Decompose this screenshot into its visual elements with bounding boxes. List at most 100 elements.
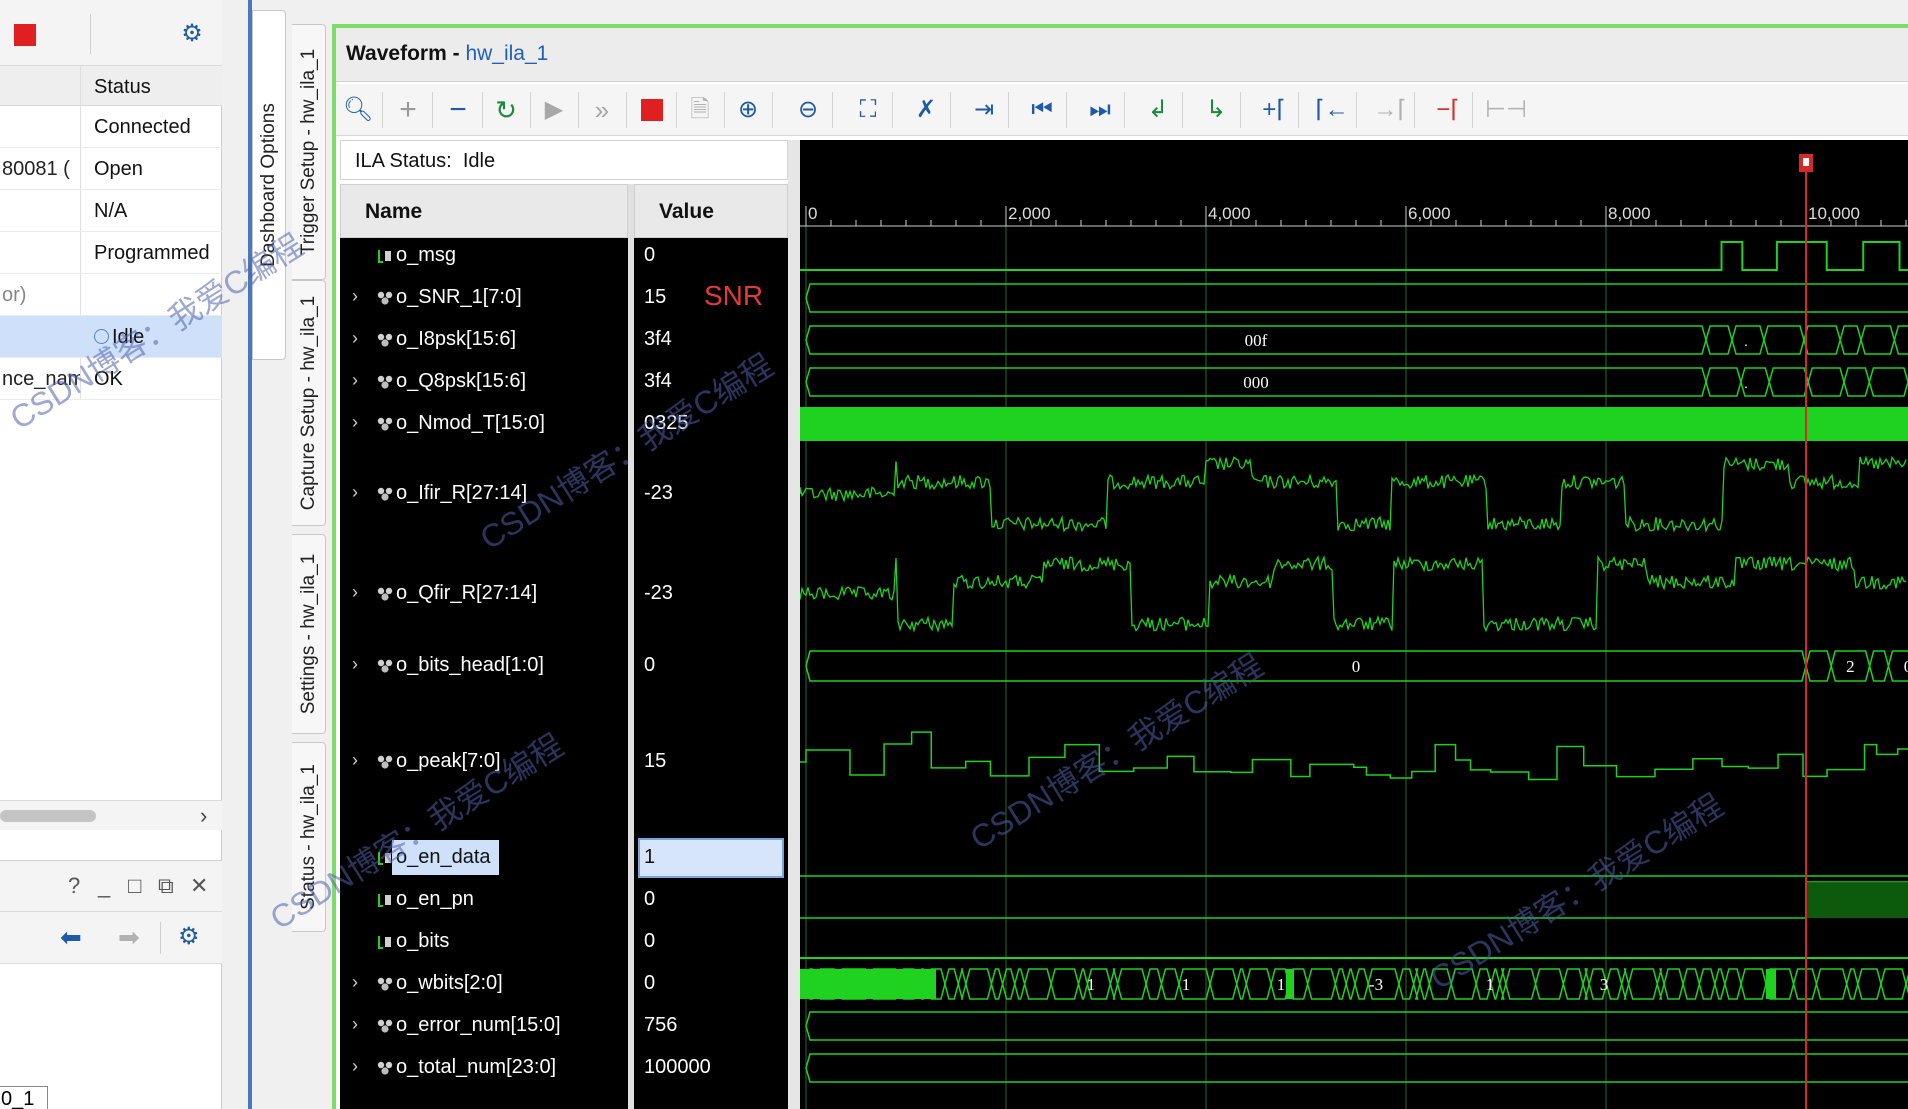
signal-value: 0	[644, 244, 656, 266]
gear-icon[interactable]: ⚙	[178, 20, 206, 48]
toolbar-separator	[1356, 92, 1357, 128]
run-trigger-icon[interactable]: ↻	[488, 92, 524, 128]
wave-sash[interactable]	[788, 140, 800, 1109]
close-icon[interactable]: ✕	[190, 873, 208, 899]
signal-name[interactable]: o_bits_head[1:0]	[396, 654, 544, 677]
go-to-end-icon[interactable]: ⏭︎	[1082, 92, 1118, 128]
waveform-toolbar: 🔍︎ + − ↻ ▶ » 🗎︎ ⊕ ⊖ ⛶ ✗ ⇥ ⏮︎ ⏭︎ ↲ ↳ +⌈ ⌈…	[336, 84, 1908, 136]
signal-value: 100000	[644, 1056, 711, 1078]
go-to-start-icon[interactable]: ⏮︎	[1024, 92, 1060, 128]
minimize-icon[interactable]: _	[98, 873, 110, 899]
zoom-in-icon[interactable]: ⊕	[730, 92, 766, 128]
signal-name[interactable]: o_Q8psk[15:6]	[396, 370, 526, 393]
expand-chevron-icon[interactable]: ›	[352, 972, 358, 993]
name-column-header[interactable]: Name	[340, 184, 628, 238]
expand-chevron-icon[interactable]: ›	[352, 482, 358, 503]
export-icon[interactable]: 🗎︎	[682, 92, 718, 128]
o-wbits-bus-label: 1	[1486, 975, 1495, 994]
maximize-icon[interactable]: □	[128, 873, 141, 899]
toolbar-separator	[772, 92, 773, 128]
o-q8psk-bus-segment	[1843, 367, 1871, 397]
remove-icon[interactable]: −	[440, 92, 476, 128]
signal-name[interactable]: o_error_num[15:0]	[396, 1014, 561, 1037]
expand-chevron-icon[interactable]: ›	[352, 654, 358, 675]
stop-icon[interactable]	[634, 92, 670, 128]
value-column-header[interactable]: Value	[634, 184, 788, 238]
fast-forward-icon[interactable]: »	[584, 92, 620, 128]
properties-field[interactable]: 0_1	[0, 1086, 48, 1109]
status-column-header[interactable]: Status	[94, 76, 151, 99]
play-icon[interactable]: ▶	[536, 92, 572, 128]
back-arrow-icon[interactable]: ⬅	[60, 922, 82, 953]
ila-name-link[interactable]: hw_ila_1	[465, 42, 548, 65]
toolbar-separator	[1472, 92, 1473, 128]
gear-icon[interactable]: ⚙	[178, 922, 200, 951]
next-marker-icon[interactable]: →⌈	[1372, 92, 1408, 128]
signal-name[interactable]: o_wbits[2:0]	[396, 972, 503, 995]
hardware-row-name: 80081 (	[2, 158, 70, 180]
signal-name[interactable]: o_peak[7:0]	[396, 750, 501, 773]
stop-icon[interactable]	[14, 24, 36, 46]
expand-chevron-icon[interactable]: ›	[352, 328, 358, 349]
signal-name[interactable]: o_total_num[23:0]	[396, 1056, 556, 1079]
bus-signal-icon	[377, 977, 393, 991]
o-q8psk-bus-segment	[1705, 367, 1742, 397]
tab-status[interactable]: Status - hw_ila_1	[292, 742, 326, 932]
waveform-svg[interactable]: 02,0004,0006,0008,00010,00012,00014,0001…	[800, 140, 1908, 1109]
hardware-row[interactable]: Programmed	[0, 232, 222, 274]
expand-chevron-icon[interactable]: ›	[352, 286, 358, 307]
tab-trigger-setup[interactable]: Trigger Setup - hw_ila_1	[292, 24, 326, 280]
bus-signal-icon	[377, 487, 393, 501]
signal-name[interactable]: o_en_pn	[396, 888, 474, 911]
hardware-row[interactable]: 80081 ( Open	[0, 148, 222, 190]
previous-marker-icon[interactable]: ⌈←	[1314, 92, 1350, 128]
signal-name[interactable]: o_msg	[396, 244, 456, 267]
hardware-row-name: nce_nam	[2, 368, 80, 390]
expand-chevron-icon[interactable]: ›	[352, 582, 358, 603]
delete-marker-icon[interactable]: −⌈	[1430, 92, 1466, 128]
hardware-row[interactable]: Connected	[0, 106, 222, 148]
hardware-row[interactable]: N/A	[0, 190, 222, 232]
float-icon[interactable]: ⧉	[158, 873, 174, 899]
tab-dashboard-options[interactable]: Dashboard Options	[252, 10, 286, 360]
zoom-fit-icon[interactable]: ⛶	[850, 92, 886, 128]
expand-chevron-icon[interactable]: ›	[352, 1014, 358, 1035]
signal-name[interactable]: o_Nmod_T[15:0]	[396, 412, 545, 435]
signal-name[interactable]: o_Ifir_R[27:14]	[396, 482, 527, 505]
swap-cursor-icon[interactable]: ⊢⊣	[1485, 92, 1527, 128]
next-transition-icon[interactable]: ↳	[1198, 92, 1234, 128]
add-icon[interactable]: +	[390, 92, 426, 128]
hardware-row-selected[interactable]: Idle	[0, 316, 222, 358]
selected-value-box[interactable]	[638, 838, 784, 878]
forward-arrow-icon[interactable]: ➡	[118, 922, 140, 953]
signal-name[interactable]: o_SNR_1[7:0]	[396, 286, 522, 309]
signal-name[interactable]: o_en_data	[392, 840, 499, 875]
previous-transition-icon[interactable]: ↲	[1140, 92, 1176, 128]
expand-chevron-icon[interactable]: ›	[352, 750, 358, 771]
horizontal-scrollbar[interactable]: ›	[0, 800, 222, 830]
expand-chevron-icon[interactable]: ›	[352, 1056, 358, 1077]
tab-settings[interactable]: Settings - hw_ila_1	[292, 534, 326, 734]
scrollbar-thumb[interactable]	[0, 810, 96, 822]
zoom-out-icon[interactable]: ⊖	[790, 92, 826, 128]
o-i8psk-bus-segment	[1731, 325, 1765, 355]
o-wbits-bus-segment	[1627, 968, 1659, 1000]
signal-name[interactable]: o_bits	[396, 930, 449, 953]
add-marker-icon[interactable]: +⌈	[1256, 92, 1292, 128]
scroll-right-icon[interactable]: ›	[200, 803, 207, 829]
zoom-cursor-icon[interactable]: ✗	[908, 92, 944, 128]
hardware-row[interactable]: nce_nam OK	[0, 358, 222, 400]
signal-value: 3f4	[644, 370, 672, 392]
signal-name[interactable]: o_Qfir_R[27:14]	[396, 582, 537, 605]
expand-chevron-icon[interactable]: ›	[352, 370, 358, 391]
help-icon[interactable]: ?	[68, 873, 80, 899]
expand-chevron-icon[interactable]: ›	[352, 412, 358, 433]
tab-capture-setup[interactable]: Capture Setup - hw_ila_1	[292, 280, 326, 526]
hardware-row[interactable]: or)	[0, 274, 222, 316]
o-wbits-bus-segment	[1505, 968, 1537, 1000]
signal-name[interactable]: o_I8psk[15:6]	[396, 328, 516, 351]
search-icon[interactable]: 🔍︎	[340, 92, 376, 128]
signal-name-column: o_msg › o_SNR_1[7:0] › o_I8psk[15:6] › o_Q8psk…	[340, 238, 628, 1109]
go-to-cursor-icon[interactable]: ⇥	[966, 92, 1002, 128]
waveform-canvas[interactable]: 02,0004,0006,0008,00010,00012,00014,0001…	[800, 140, 1908, 1109]
